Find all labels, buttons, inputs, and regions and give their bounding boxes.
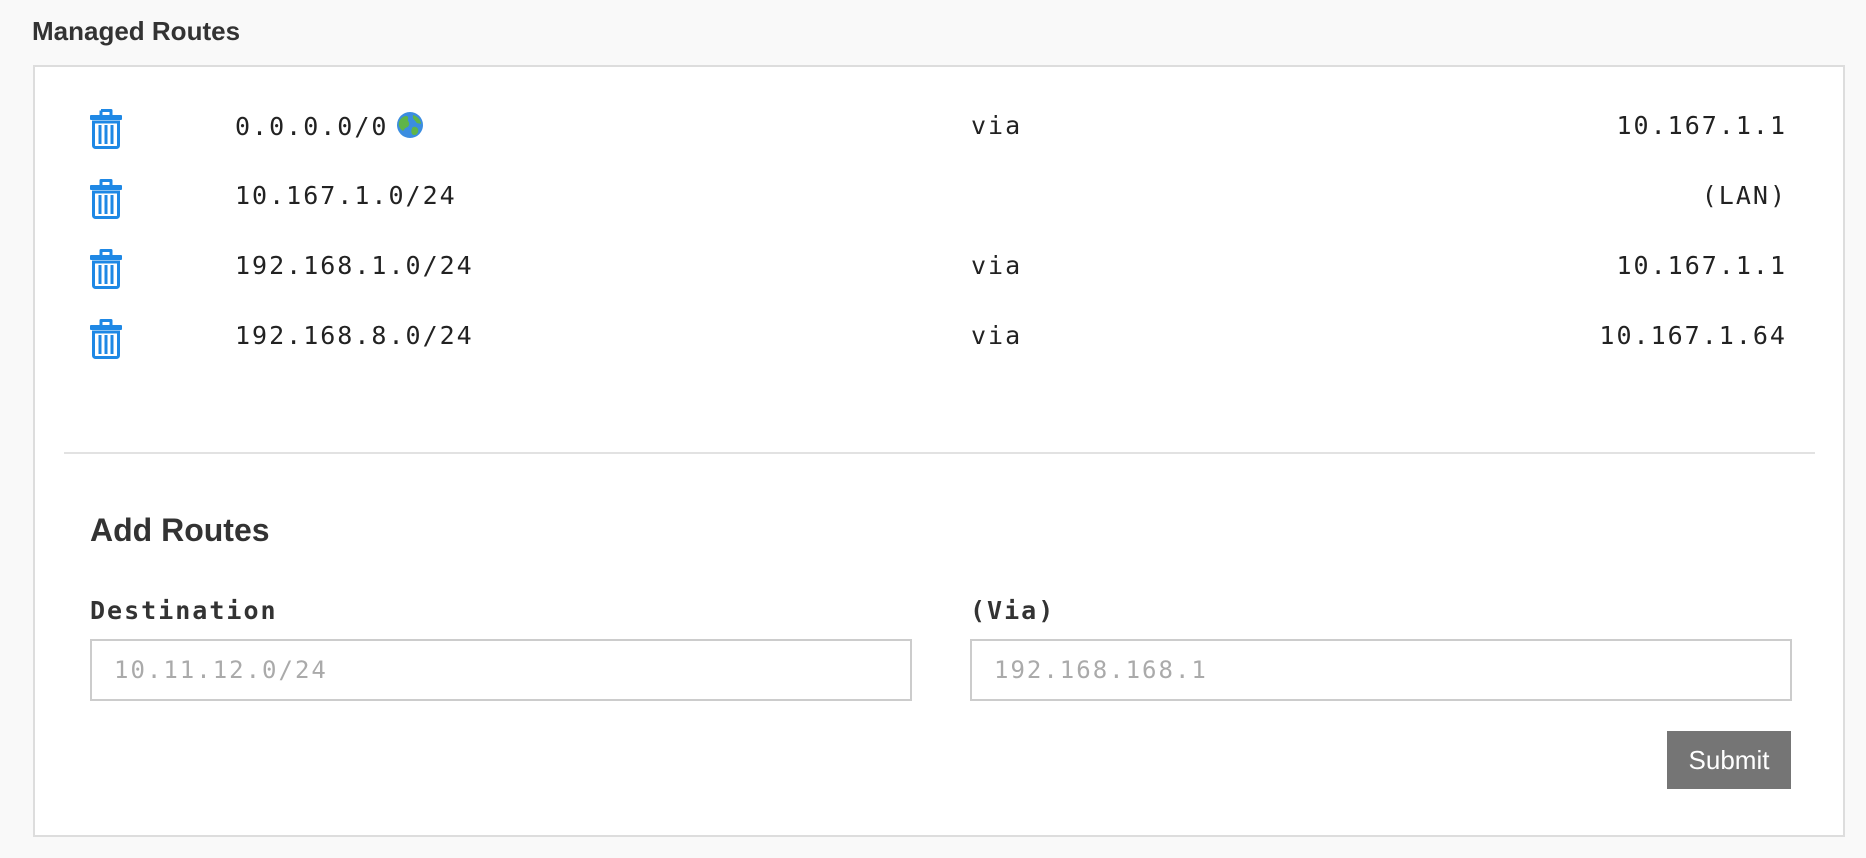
route-via: via xyxy=(971,321,1023,350)
route-gateway: 10.167.1.1 xyxy=(1616,251,1787,280)
delete-route-button[interactable] xyxy=(89,319,123,359)
via-label: (Via) xyxy=(970,596,1056,625)
route-via: via xyxy=(971,251,1023,280)
route-destination-text: 0.0.0.0/0 xyxy=(235,112,389,141)
trash-icon xyxy=(90,319,122,359)
globe-icon xyxy=(396,111,424,145)
route-gateway: (LAN) xyxy=(1701,181,1787,210)
submit-button[interactable]: Submit xyxy=(1667,731,1791,789)
delete-route-button[interactable] xyxy=(89,109,123,149)
delete-route-button[interactable] xyxy=(89,179,123,219)
section-divider xyxy=(64,452,1815,454)
route-row: 0.0.0.0/0 via 10.167.1.1 xyxy=(35,96,1843,156)
trash-icon xyxy=(90,249,122,289)
routes-panel: 0.0.0.0/0 via 10.167.1.1 10.167.1.0/24 (… xyxy=(33,65,1845,837)
route-destination: 10.167.1.0/24 xyxy=(235,181,457,210)
via-input[interactable] xyxy=(970,639,1792,701)
route-row: 192.168.1.0/24 via 10.167.1.1 xyxy=(35,236,1843,296)
section-title: Managed Routes xyxy=(32,16,241,46)
destination-input[interactable] xyxy=(90,639,912,701)
trash-icon xyxy=(90,109,122,149)
route-destination: 192.168.8.0/24 xyxy=(235,321,474,350)
route-destination: 0.0.0.0/0 xyxy=(235,111,424,145)
route-gateway: 10.167.1.1 xyxy=(1616,111,1787,140)
delete-route-button[interactable] xyxy=(89,249,123,289)
route-row: 192.168.8.0/24 via 10.167.1.64 xyxy=(35,306,1843,366)
route-via: via xyxy=(971,111,1023,140)
route-row: 10.167.1.0/24 (LAN) xyxy=(35,166,1843,226)
add-routes-title: Add Routes xyxy=(90,512,270,548)
destination-label: Destination xyxy=(90,596,278,625)
route-gateway: 10.167.1.64 xyxy=(1599,321,1787,350)
route-destination: 192.168.1.0/24 xyxy=(235,251,474,280)
trash-icon xyxy=(90,179,122,219)
